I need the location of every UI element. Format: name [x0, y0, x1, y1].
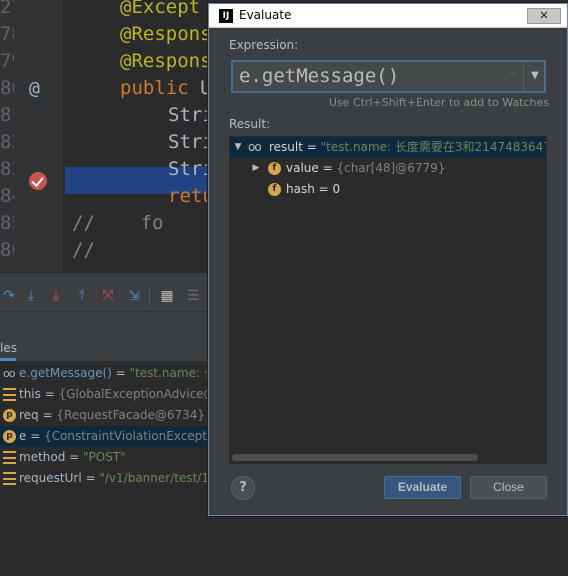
- active-tab-indicator: [0, 358, 16, 361]
- code-text: //: [72, 239, 95, 261]
- step-into-icon[interactable]: ⤓: [22, 287, 40, 305]
- tree-row-result[interactable]: ▼ oo result = "test.name: 长度需要在3和2147483…: [230, 137, 546, 158]
- horizontal-scrollbar[interactable]: [232, 454, 478, 461]
- expand-editor-icon[interactable]: ⤢: [501, 68, 517, 84]
- expression-text[interactable]: e.getMessage(): [239, 65, 399, 87]
- line-number: 85: [0, 212, 14, 234]
- field-lines-icon: [3, 388, 16, 401]
- field-name: hash: [286, 182, 315, 196]
- tree-row-hash[interactable]: f hash = 0: [230, 179, 546, 200]
- code-text: // fo: [72, 212, 164, 234]
- field-equals: =: [318, 161, 337, 175]
- run-to-cursor-icon[interactable]: ⇲: [125, 287, 143, 305]
- expression-label: Expression:: [229, 38, 299, 52]
- variable-name: e.getMessage(): [19, 366, 112, 380]
- variable-value: {RequestFacade@6734}: [56, 408, 206, 422]
- result-value: "test.name: 长度需要在3和2147483647之: [320, 140, 546, 154]
- field-value: {char[48]@6779}: [336, 161, 446, 175]
- code-text: Stri: [168, 104, 214, 126]
- field-name: value: [286, 161, 319, 175]
- dialog-titlebar[interactable]: IJ Evaluate ✕: [209, 4, 567, 28]
- line-number: 80: [0, 77, 14, 99]
- line-number: 86: [0, 239, 14, 261]
- result-equals: =: [302, 140, 321, 154]
- tree-row-value[interactable]: ▶ f value = {char[48]@6779}: [230, 158, 546, 179]
- code-text: @Except: [120, 0, 201, 18]
- field-icon: f: [268, 183, 281, 196]
- breakpoint-icon[interactable]: [29, 172, 47, 190]
- step-out-icon[interactable]: ⤒: [73, 287, 91, 305]
- help-button[interactable]: ?: [231, 476, 255, 500]
- variable-value: "/v1/banner/test/11: [99, 471, 217, 485]
- variable-name: requestUrl: [19, 471, 82, 485]
- line-number: 83: [0, 158, 14, 180]
- watch-glasses-icon: oo: [248, 140, 262, 154]
- code-text: retu: [168, 185, 214, 207]
- field-lines-icon: [3, 451, 16, 464]
- parameter-icon: p: [3, 409, 16, 422]
- result-tree[interactable]: ▼ oo result = "test.name: 长度需要在3和2147483…: [229, 136, 547, 464]
- watch-glasses-icon: oo: [3, 367, 15, 380]
- parameter-icon: p: [3, 430, 16, 443]
- evaluate-button[interactable]: Evaluate: [384, 476, 461, 499]
- line-number: 27: [0, 0, 14, 18]
- code-text: @Respons: [120, 23, 212, 45]
- line-number: 79: [0, 50, 14, 72]
- collapsed-arrow-icon[interactable]: ▶: [250, 158, 262, 179]
- variable-name: req: [19, 408, 39, 422]
- close-icon[interactable]: ✕: [527, 8, 561, 24]
- variable-value: "POST": [83, 450, 126, 464]
- toolbar-separator: [149, 287, 150, 305]
- field-lines-icon: [3, 472, 16, 485]
- variable-value: {ConstraintViolationException: [44, 429, 226, 443]
- expanded-arrow-icon[interactable]: ▼: [232, 137, 244, 158]
- step-over-icon[interactable]: ↷: [0, 287, 18, 305]
- variable-name: this: [19, 387, 41, 401]
- intellij-logo-icon: IJ: [219, 9, 233, 23]
- field-icon: f: [268, 162, 281, 175]
- evaluate-expression-icon[interactable]: ▦: [158, 287, 176, 305]
- code-text: Stri: [168, 131, 214, 153]
- field-value: 0: [332, 182, 341, 196]
- variable-name: method: [19, 450, 66, 464]
- evaluate-dialog: IJ Evaluate ✕ Expression: e.getMessage()…: [208, 3, 568, 516]
- chevron-down-icon[interactable]: ▼: [527, 68, 543, 84]
- watches-hint: Use Ctrl+Shift+Enter to add to Watches: [328, 96, 549, 109]
- line-number: 82: [0, 131, 14, 153]
- variable-value: {GlobalExceptionAdvice@6: [58, 387, 224, 401]
- line-number: 81: [0, 104, 14, 126]
- override-marker-icon[interactable]: @: [29, 75, 49, 102]
- close-button[interactable]: Close: [470, 476, 547, 499]
- code-text: Stri: [168, 158, 214, 180]
- expression-input[interactable]: e.getMessage() ⤢ ▼: [231, 60, 546, 93]
- result-label: Result:: [229, 117, 271, 131]
- result-name: result: [269, 140, 303, 154]
- line-number: 78: [0, 23, 14, 45]
- line-number: 84: [0, 185, 14, 207]
- code-text: @Respons: [120, 50, 212, 72]
- tab-variables[interactable]: les: [0, 341, 17, 355]
- force-step-into-icon[interactable]: ⤓: [47, 287, 65, 305]
- field-equals: =: [314, 182, 333, 196]
- drop-frame-icon[interactable]: ⤧: [99, 287, 117, 305]
- dialog-title: Evaluate: [239, 8, 292, 22]
- trace-icon[interactable]: ☰: [184, 287, 202, 305]
- code-text: public U: [120, 77, 212, 99]
- dropdown-separator: [523, 62, 524, 91]
